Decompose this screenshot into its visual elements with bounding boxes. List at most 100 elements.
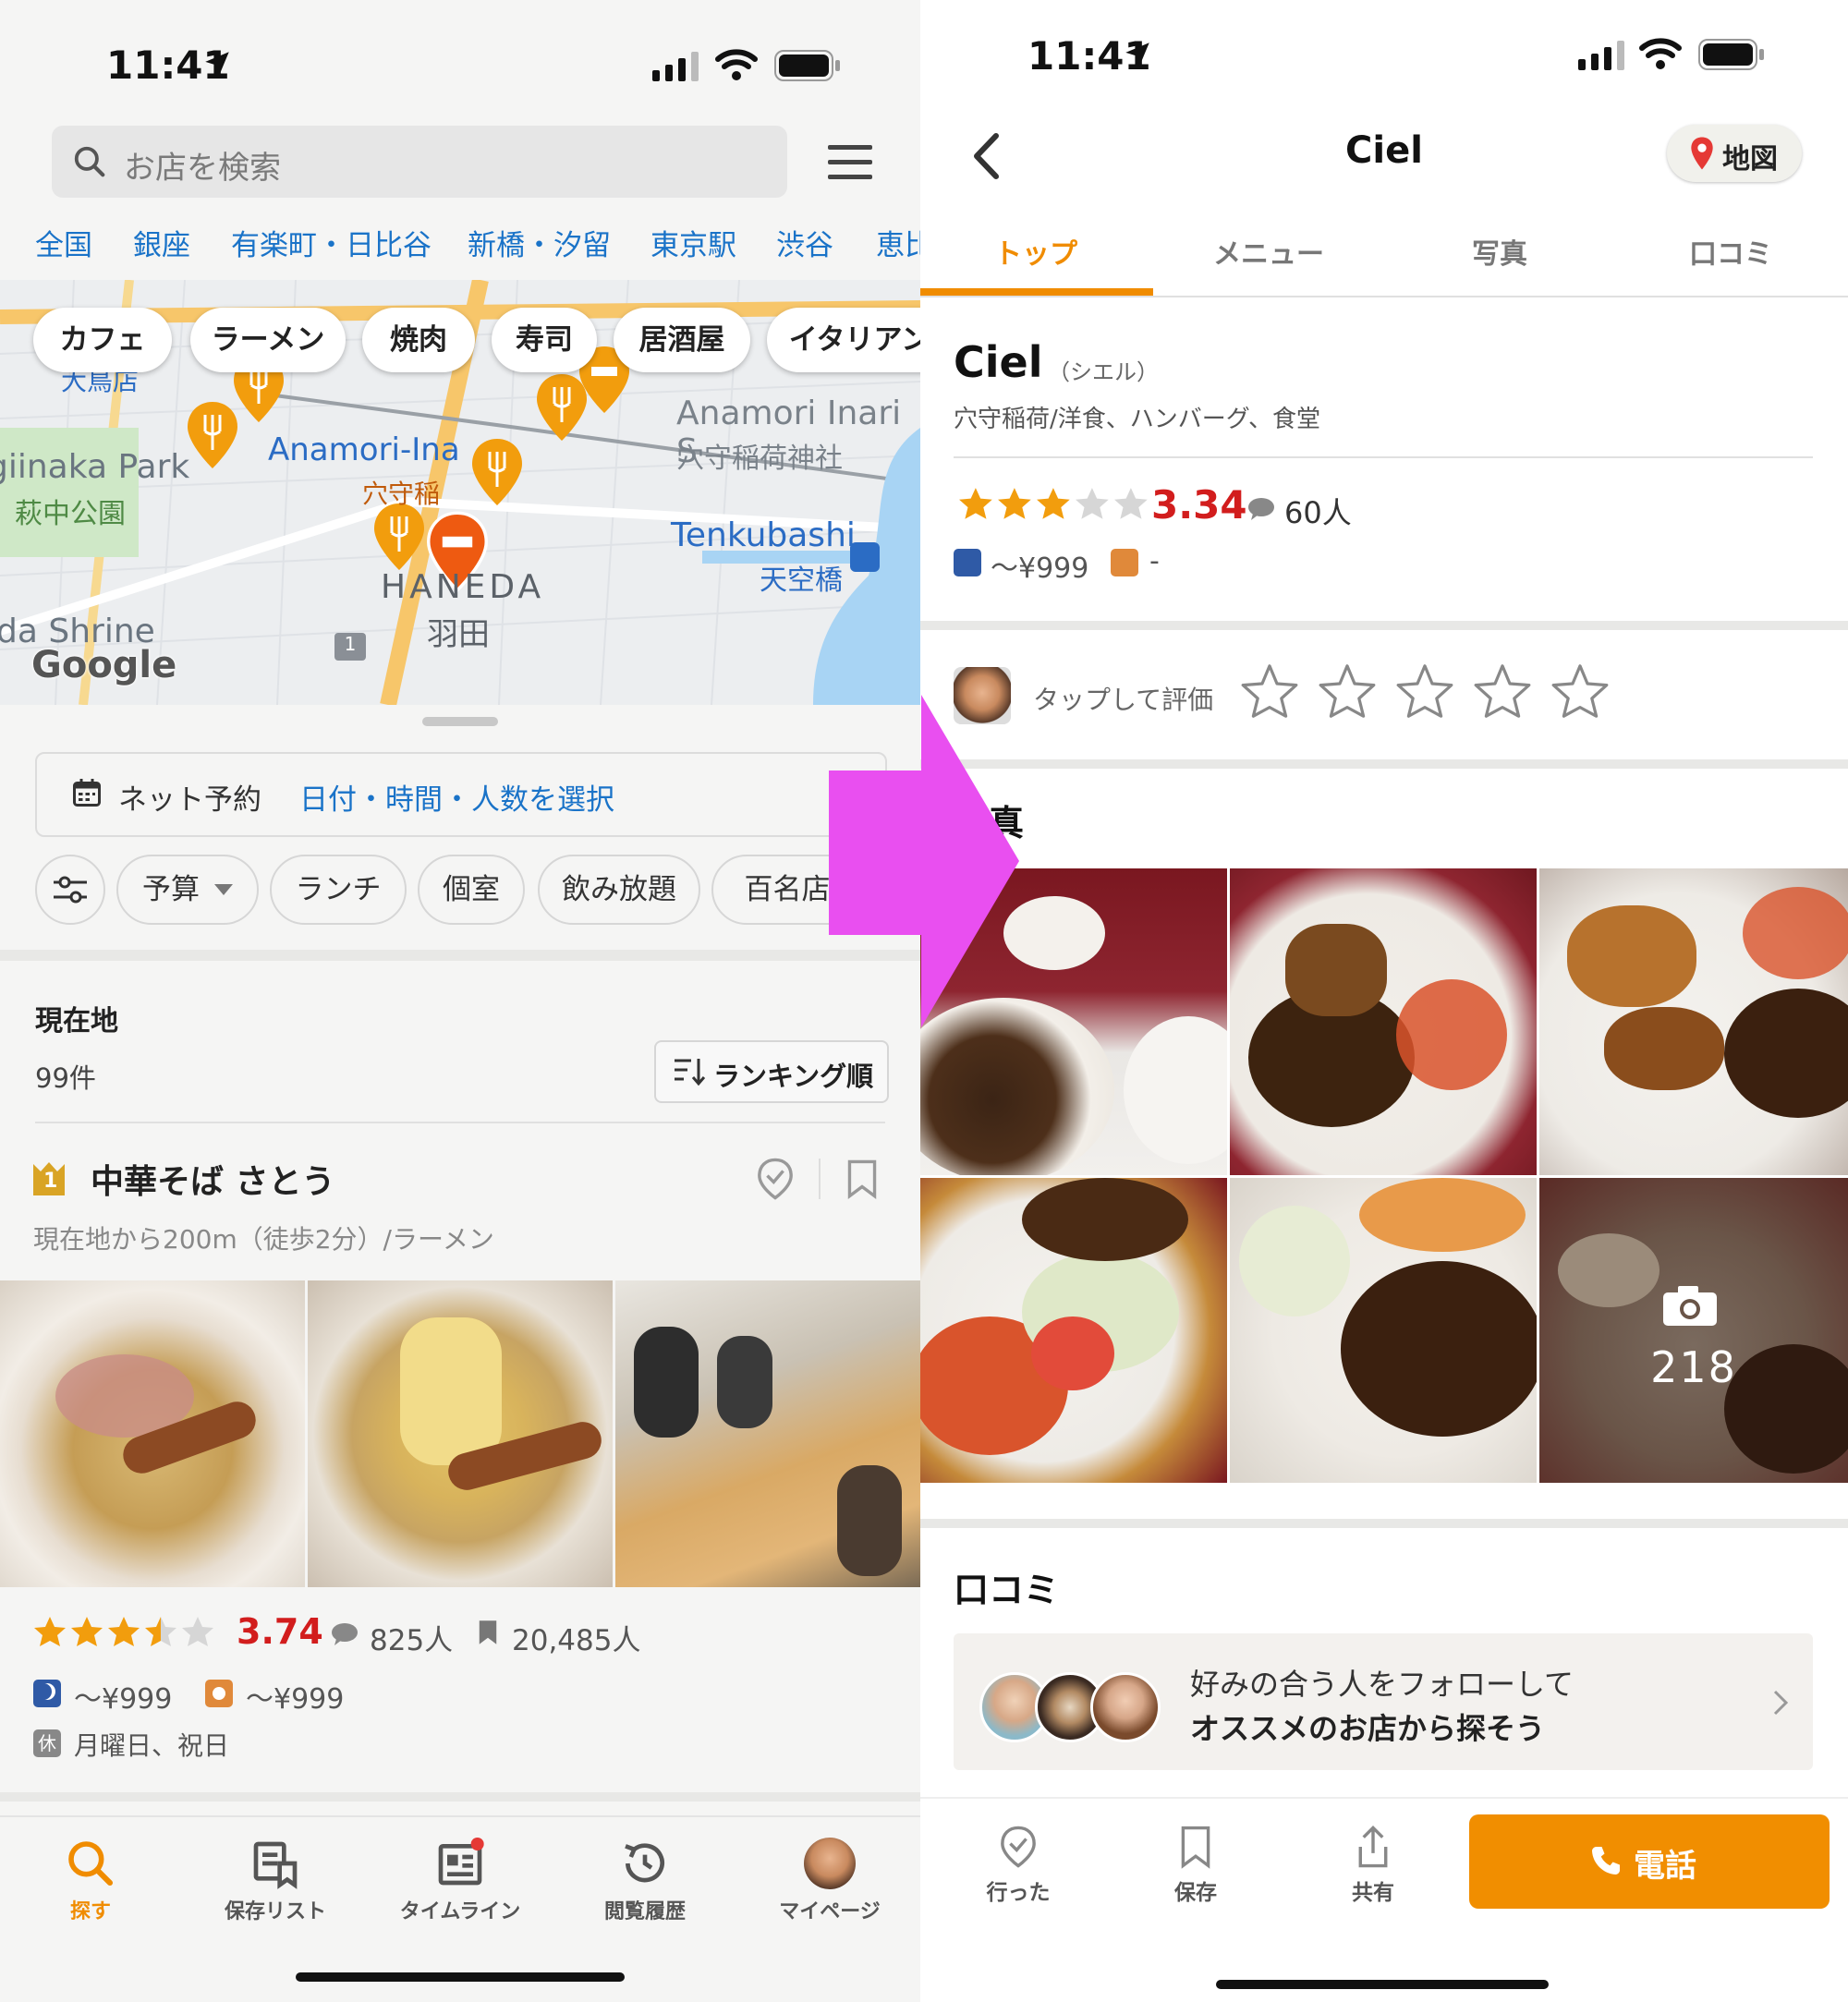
star-outline-icon[interactable] xyxy=(1473,661,1532,721)
photo-detail xyxy=(837,1465,902,1576)
photo-detail xyxy=(1022,1178,1188,1261)
chevron-right-icon xyxy=(1773,1690,1789,1716)
star-outline-icon[interactable] xyxy=(1318,661,1377,721)
follow-line2: オススメのお店から探そう xyxy=(1190,1711,1546,1746)
call-button[interactable]: 電話 xyxy=(1469,1814,1830,1909)
area-link[interactable]: 新橋・汐留 xyxy=(468,222,611,263)
share-label: 共有 xyxy=(1352,1881,1394,1905)
map-label: Tenkubashi xyxy=(671,516,856,554)
food-photo[interactable] xyxy=(1230,868,1537,1175)
filter-chip[interactable]: 個室 xyxy=(418,855,525,925)
category-chip[interactable]: ラーメン xyxy=(190,308,346,372)
filter-chip[interactable]: ランチ xyxy=(270,855,407,925)
rate-prompt: タップして評価 xyxy=(1033,685,1214,715)
net-reservation-bar[interactable]: ネット予約 日付・時間・人数を選択 xyxy=(35,752,887,837)
sliders-icon xyxy=(54,876,87,904)
filter-settings-button[interactable] xyxy=(35,855,105,925)
dinner-icon xyxy=(954,549,981,576)
restaurant-pin-icon[interactable] xyxy=(371,502,427,572)
budget-filter[interactable]: 予算 xyxy=(116,855,259,925)
tab-photos[interactable]: 写真 xyxy=(1384,231,1615,272)
section-divider xyxy=(920,759,1848,769)
area-link[interactable]: 銀座 xyxy=(133,222,190,263)
tab-timeline[interactable]: タイムライン xyxy=(386,1832,534,1924)
follow-suggestion[interactable]: 好みの合う人をフォローして オススメのお店から探そう xyxy=(954,1633,1813,1770)
search-placeholder: お店を検索 xyxy=(124,150,281,187)
save-button[interactable]: 保存 xyxy=(1131,1825,1260,1906)
tab-history[interactable]: 閲覧履歴 xyxy=(571,1832,719,1924)
restaurant-pin-icon[interactable] xyxy=(469,437,525,507)
tab-top[interactable]: トップ xyxy=(920,231,1151,272)
category-chip[interactable]: 焼肉 xyxy=(362,308,475,372)
photo-detail xyxy=(400,1317,502,1465)
shop-name: Ciel xyxy=(954,337,1043,387)
shop-photo[interactable] xyxy=(308,1280,613,1587)
map-button-label: 地図 xyxy=(1722,143,1778,176)
rating-input[interactable] xyxy=(1240,661,1610,726)
tab-mypage[interactable]: マイページ xyxy=(756,1832,904,1924)
food-photo[interactable] xyxy=(920,1178,1227,1483)
lunch-price: - xyxy=(1149,545,1160,577)
photo-detail xyxy=(1239,1206,1350,1316)
category-chip[interactable]: カフェ xyxy=(33,308,172,372)
star-outline-icon[interactable] xyxy=(1240,661,1299,721)
save-count: 20,485人 xyxy=(512,1624,641,1657)
food-photo[interactable] xyxy=(1539,868,1848,1175)
tab-menu[interactable]: メニュー xyxy=(1153,231,1384,272)
share-button[interactable]: 共有 xyxy=(1308,1825,1438,1906)
tab-saved-list[interactable]: 保存リスト xyxy=(201,1832,349,1924)
shop-name[interactable]: 中華そば さとう xyxy=(91,1155,335,1203)
tab-reviews[interactable]: 口コミ xyxy=(1615,231,1846,272)
map-button[interactable]: 地図 xyxy=(1667,125,1802,182)
area-link[interactable]: 全国 xyxy=(35,222,92,263)
active-tab-indicator xyxy=(920,288,1153,296)
visited-icon xyxy=(1001,1826,1036,1868)
map-label: giinaka Park xyxy=(0,448,190,486)
search-icon xyxy=(68,1841,114,1887)
star-outline-icon[interactable] xyxy=(1395,661,1454,721)
photo-detail xyxy=(1558,1233,1660,1307)
review-bubble-icon xyxy=(1248,498,1274,520)
price-row: ～¥999 ～¥999 xyxy=(33,1676,588,1716)
filter-chip[interactable]: 飲み放題 xyxy=(538,855,700,925)
star-outline-icon[interactable] xyxy=(1550,661,1610,721)
area-link[interactable]: 恵比 xyxy=(876,222,920,263)
menu-icon[interactable] xyxy=(828,143,872,180)
visited-button[interactable]: 行った xyxy=(954,1825,1083,1906)
photo-detail xyxy=(1743,887,1848,979)
signal-icon xyxy=(652,52,699,81)
rating-score: 3.34 xyxy=(1151,482,1247,528)
section-divider xyxy=(0,950,920,961)
bookmark-icon[interactable] xyxy=(846,1159,878,1199)
map-label: 羽田 xyxy=(427,616,490,653)
camera-icon xyxy=(1663,1286,1717,1326)
map-label: 萩中公園 xyxy=(15,498,126,530)
chevron-down-icon xyxy=(214,884,233,895)
category-chip[interactable]: 居酒屋 xyxy=(614,308,750,372)
category-chip[interactable]: イタリアン xyxy=(767,308,920,372)
avatar xyxy=(1090,1672,1161,1742)
category-chip[interactable]: 寿司 xyxy=(492,308,597,372)
photo-detail xyxy=(1396,979,1507,1090)
sheet-handle[interactable] xyxy=(422,717,498,726)
history-icon xyxy=(625,1843,664,1883)
reservation-select-link[interactable]: 日付・時間・人数を選択 xyxy=(299,776,614,818)
area-link[interactable]: 有楽町・日比谷 xyxy=(231,222,432,263)
area-link[interactable]: 渋谷 xyxy=(776,222,833,263)
shop-photo[interactable] xyxy=(615,1280,920,1587)
signal-icon xyxy=(1578,41,1624,70)
tab-search[interactable]: 探す xyxy=(17,1832,164,1924)
tab-label: タイムライン xyxy=(399,1900,521,1923)
search-input[interactable]: お店を検索 xyxy=(52,126,787,198)
visited-icon[interactable] xyxy=(756,1157,795,1201)
call-label: 電話 xyxy=(1634,1848,1696,1885)
more-photos-tile[interactable]: 218 xyxy=(1539,1178,1848,1483)
wifi-icon xyxy=(715,49,758,80)
reviews-section-title: 口コミ xyxy=(954,1570,1060,1610)
food-photo[interactable] xyxy=(1230,1178,1537,1483)
rating-row: 3.74 825人 20,485人 xyxy=(33,1611,865,1657)
area-link[interactable]: 東京駅 xyxy=(650,222,736,263)
sort-ranking-button[interactable]: ランキング順 xyxy=(654,1040,889,1103)
shop-photo[interactable] xyxy=(0,1280,305,1587)
photo-detail xyxy=(1285,924,1387,1016)
